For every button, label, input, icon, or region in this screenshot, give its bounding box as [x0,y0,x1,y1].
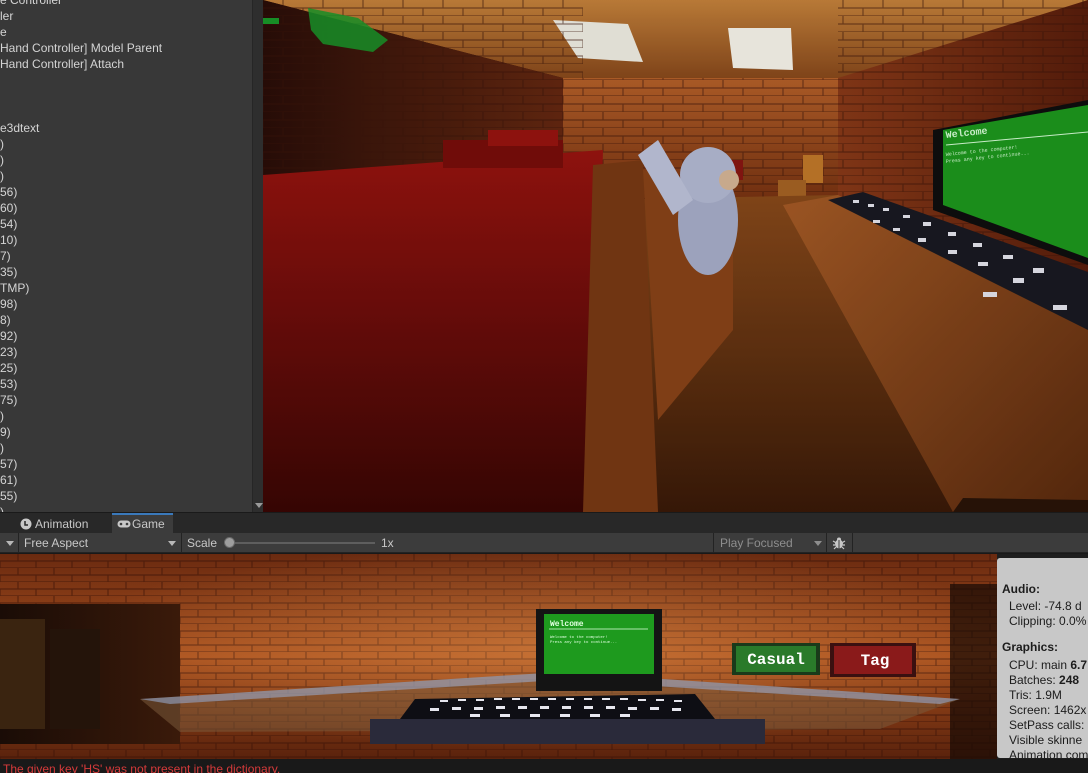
casual-button-label: Casual [747,651,805,669]
hierarchy-item[interactable]: TMP) [0,280,252,296]
stats-overlay: Audio: Level: -74.8 d Clipping: 0.0% Gra… [997,558,1088,758]
aspect-dropdown[interactable]: Free Aspect [24,533,88,553]
hierarchy-item[interactable]: 75) [0,392,252,408]
scale-slider-thumb[interactable] [224,537,235,548]
console-status-bar[interactable]: The given key 'HS' was not present in th… [0,759,1088,773]
hierarchy-item[interactable]: ler [0,8,252,24]
game-monitor-line-1: Welcome to the computer! [550,635,608,640]
stats-batches: Batches: 248 [1009,673,1080,687]
hierarchy-item[interactable]: ) [0,440,252,456]
aspect-chevron-down-icon[interactable] [168,541,176,546]
hierarchy-item[interactable] [0,88,252,104]
play-mode-chevron-down-icon[interactable] [814,541,822,546]
hierarchy-item[interactable]: 98) [0,296,252,312]
bug-icon[interactable] [832,536,846,550]
stats-setpass: SetPass calls: [1009,718,1085,732]
bottom-tab-bar: Animation Game [0,512,1088,534]
hierarchy-item[interactable]: 10) [0,232,252,248]
hierarchy-item[interactable]: e3dtext [0,120,252,136]
stats-cpu: CPU: main 6.7 [1009,658,1088,672]
tag-mode-button[interactable]: Tag [830,643,916,677]
hierarchy-panel: e Controller ler e Hand Controller] Model P… [0,0,263,512]
hierarchy-item[interactable]: ) [0,152,252,168]
hierarchy-item[interactable]: ) [0,168,252,184]
hierarchy-item[interactable]: ) [0,136,252,152]
scale-label: Scale [187,536,218,550]
animation-icon [20,518,32,530]
hierarchy-item[interactable]: 25) [0,360,252,376]
hierarchy-item[interactable]: 57) [0,456,252,472]
hierarchy-item[interactable]: 8) [0,312,252,328]
game-view[interactable]: Welcome Welcome to the computer! Press a… [0,554,1088,759]
game-monitor-title: Welcome [550,620,584,629]
hierarchy-item[interactable]: 7) [0,248,252,264]
casual-mode-button[interactable]: Casual [732,643,820,675]
scene-view[interactable]: Welcome Welcome to the computer! Press a… [263,0,1088,512]
tab-animation-label: Animation [35,517,89,531]
gamepad-icon [117,520,131,528]
hierarchy-item[interactable] [0,104,252,120]
tag-button-label: Tag [861,652,890,670]
hierarchy-list: e Controller ler e Hand Controller] Model P… [0,0,252,512]
display-dropdown-icon[interactable] [6,541,14,546]
hierarchy-scrollbar[interactable] [252,0,263,512]
hierarchy-item[interactable]: 9) [0,424,252,440]
stats-audio-heading: Audio: [1002,582,1040,596]
hierarchy-item[interactable] [0,72,252,88]
game-monitor-line-2: Press any key to continue... [550,640,617,645]
hierarchy-item[interactable]: 60) [0,200,252,216]
console-error-message: The given key 'HS' was not present in th… [3,762,281,773]
scale-value: 1x [381,536,394,550]
stats-audio-level: Level: -74.8 d [1009,599,1082,613]
stats-audio-clipping: Clipping: 0.0% [1009,614,1087,628]
hierarchy-item[interactable]: 92) [0,328,252,344]
hierarchy-item[interactable]: 35) [0,264,252,280]
hierarchy-item[interactable]: e Controller [0,0,252,8]
scene-render: Welcome Welcome to the computer! Press a… [263,0,1088,512]
hierarchy-item[interactable]: ) [0,408,252,424]
scale-slider-track[interactable] [230,542,375,544]
stats-visible-skinned: Visible skinne [1009,733,1083,747]
play-mode-label: Play Focused [720,536,793,550]
hierarchy-item[interactable]: e [0,24,252,40]
game-render: Welcome Welcome to the computer! Press a… [0,554,1088,759]
hierarchy-item[interactable]: 56) [0,184,252,200]
hierarchy-item[interactable]: 61) [0,472,252,488]
hierarchy-item[interactable]: Hand Controller] Attach [0,56,252,72]
hierarchy-item[interactable]: ) [0,504,252,512]
play-mode-dropdown[interactable]: Play Focused [720,533,793,553]
hierarchy-item[interactable]: 55) [0,488,252,504]
stats-screen: Screen: 1462x [1009,703,1087,717]
tab-game[interactable]: Game [112,513,173,534]
aspect-dropdown-label: Free Aspect [24,536,89,550]
scroll-down-icon[interactable] [255,503,263,508]
hierarchy-item[interactable]: 53) [0,376,252,392]
hierarchy-item[interactable]: 23) [0,344,252,360]
tab-animation[interactable]: Animation [15,515,96,534]
tab-game-label: Game [132,517,165,531]
hierarchy-item[interactable]: Hand Controller] Model Parent [0,40,252,56]
hierarchy-item[interactable]: 54) [0,216,252,232]
game-toolbar: Free Aspect Scale 1x Play Focused [0,533,1088,553]
stats-animation-components: Animation com [1009,748,1088,758]
stats-tris: Tris: 1.9M [1009,688,1062,702]
stats-graphics-heading: Graphics: [1002,640,1059,654]
